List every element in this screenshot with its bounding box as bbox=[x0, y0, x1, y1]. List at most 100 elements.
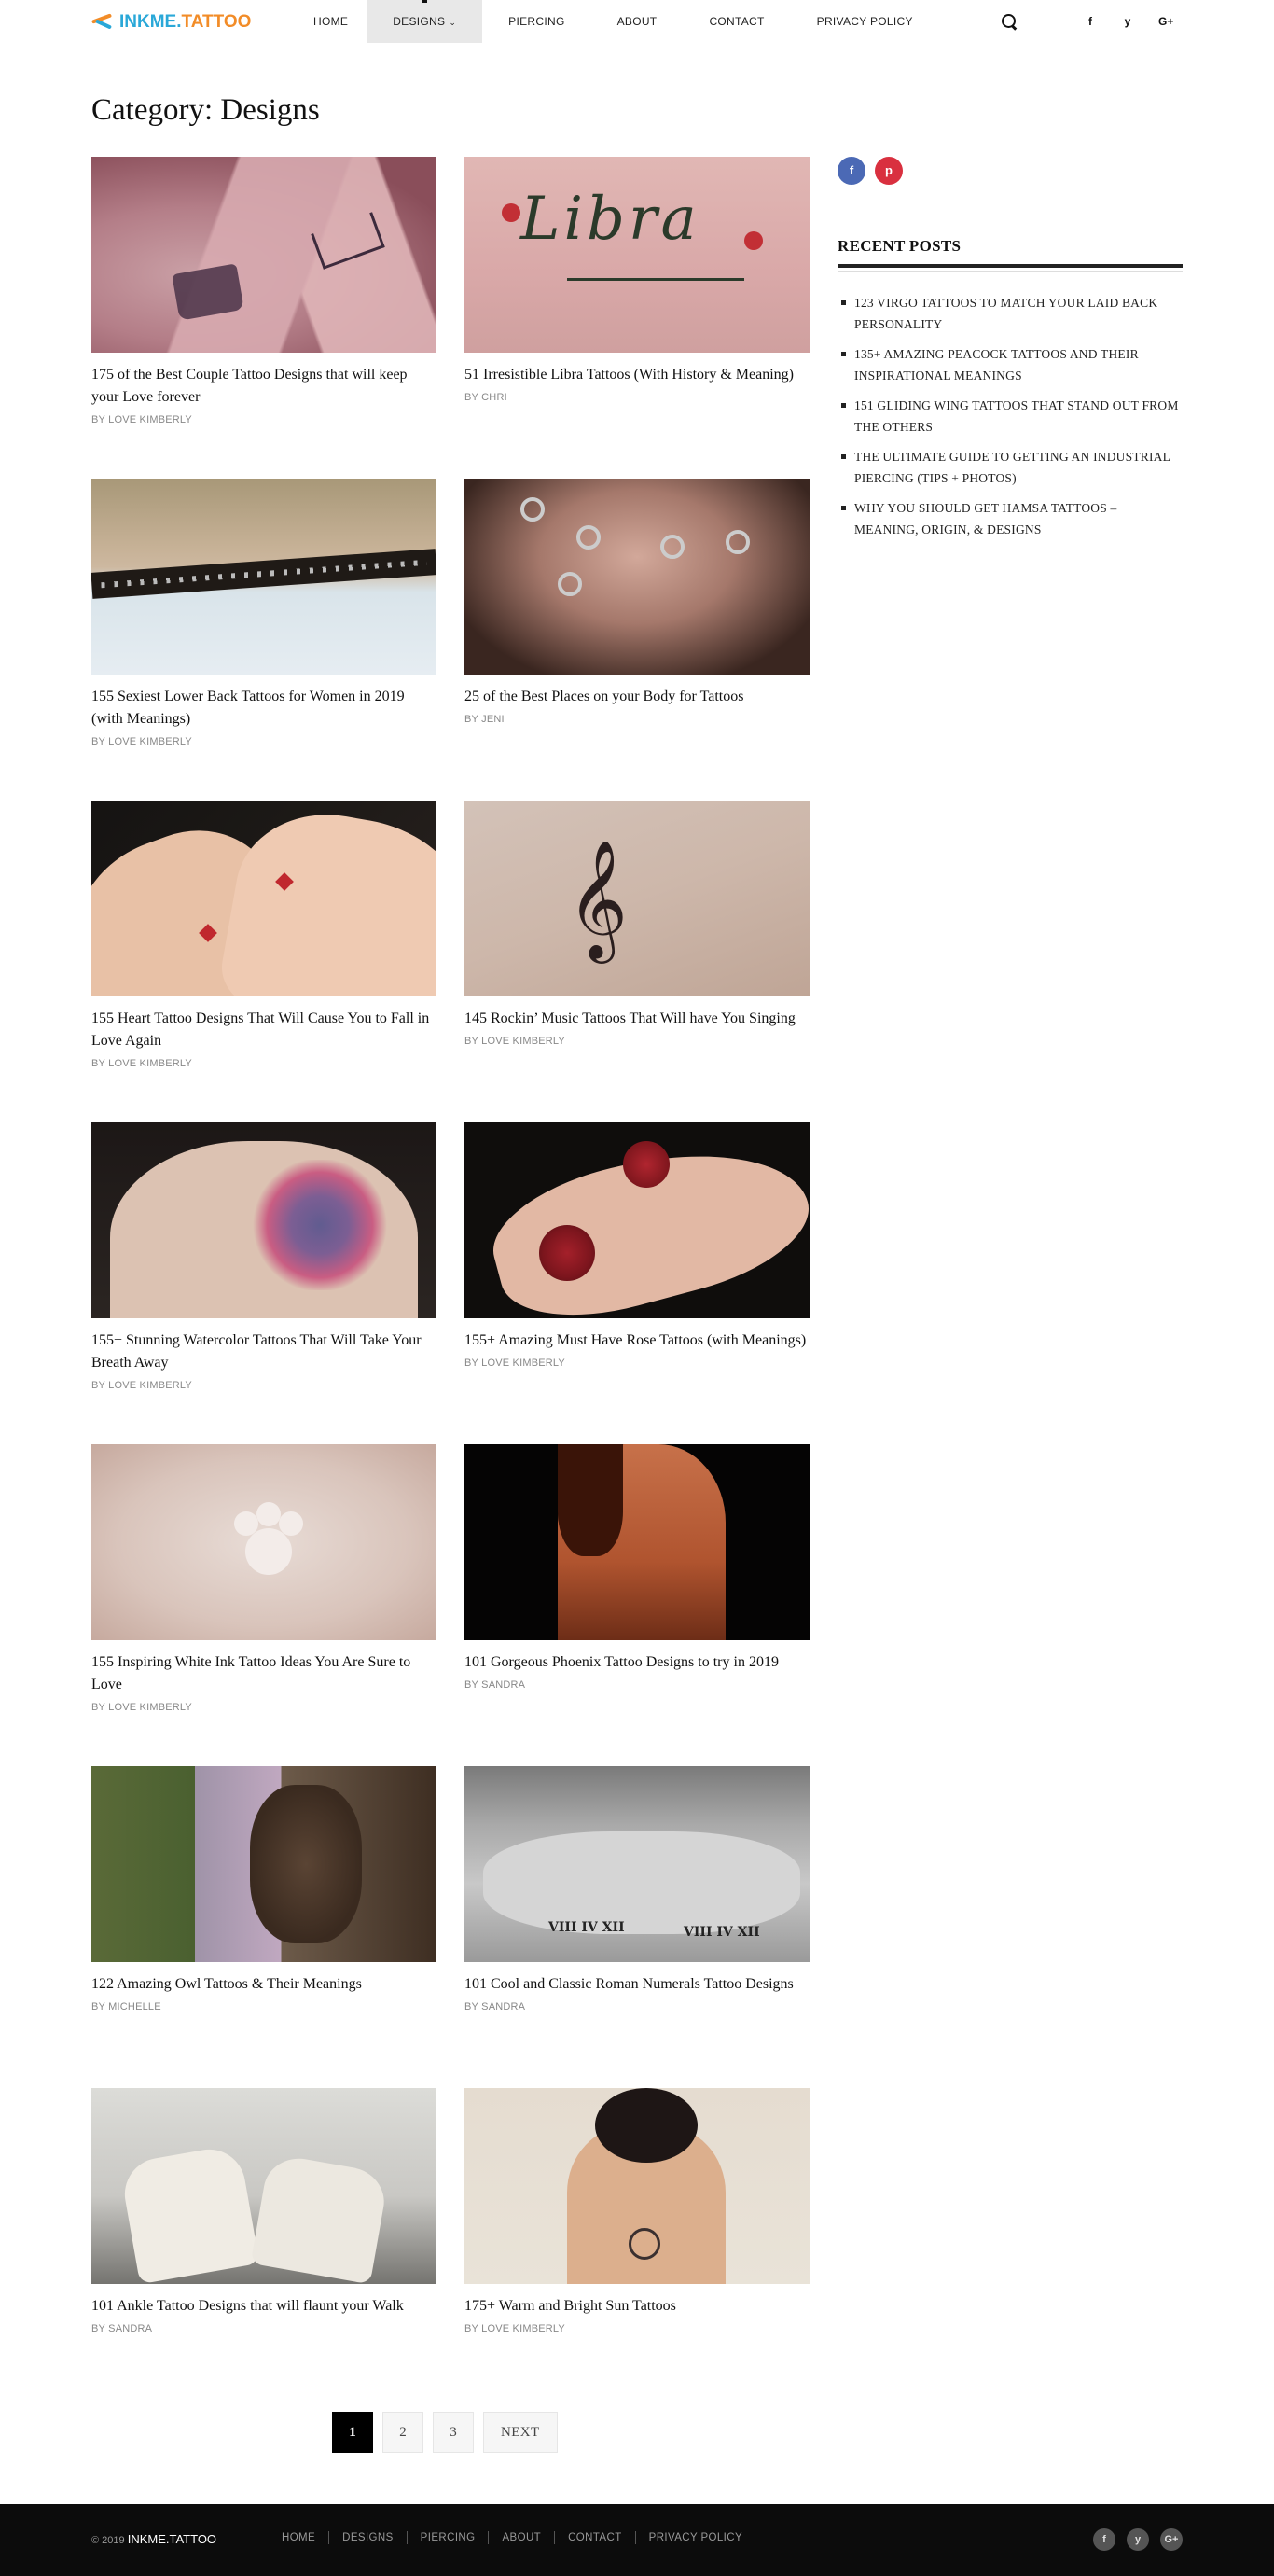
footer-nav-about[interactable]: ABOUT bbox=[488, 2531, 554, 2544]
nav-item-designs[interactable]: DESIGNS ⌄ bbox=[367, 0, 483, 43]
search-icon[interactable] bbox=[1000, 12, 1018, 31]
post-title[interactable]: 101 Cool and Classic Roman Numerals Tatt… bbox=[464, 1973, 810, 1996]
post-thumbnail[interactable] bbox=[91, 1122, 436, 1318]
post-card: 25 of the Best Places on your Body for T… bbox=[464, 479, 810, 725]
footer-nav-piercing[interactable]: PIERCING bbox=[406, 2531, 489, 2544]
footer-nav: HOME DESIGNS PIERCING ABOUT CONTACT PRIV… bbox=[282, 2531, 755, 2544]
copyright-year: © 2019 bbox=[91, 2535, 125, 2546]
recent-post-link[interactable]: 123 VIRGO TATTOOS TO MATCH YOUR LAID BAC… bbox=[838, 292, 1183, 335]
post-meta: BY LOVE KIMBERLY bbox=[91, 1058, 436, 1069]
post-title[interactable]: 175+ Warm and Bright Sun Tattoos bbox=[464, 2295, 810, 2318]
post-by: BY bbox=[91, 1702, 105, 1713]
twitter-icon[interactable]: y bbox=[1127, 2528, 1149, 2551]
nav-item-contact[interactable]: CONTACT bbox=[683, 0, 790, 43]
footer-social: f y G+ bbox=[1082, 2528, 1183, 2551]
nav-item-about[interactable]: ABOUT bbox=[591, 0, 684, 43]
post-author[interactable]: JENI bbox=[481, 714, 505, 725]
post-title[interactable]: 155 Sexiest Lower Back Tattoos for Women… bbox=[91, 686, 436, 731]
post-title[interactable]: 25 of the Best Places on your Body for T… bbox=[464, 686, 810, 708]
post-author[interactable]: LOVE KIMBERLY bbox=[481, 2323, 565, 2334]
logo-text-part2: TATTOO bbox=[181, 12, 252, 32]
post-thumbnail[interactable] bbox=[464, 1122, 810, 1318]
post-title[interactable]: 145 Rockin’ Music Tattoos That Will have… bbox=[464, 1008, 810, 1030]
post-thumbnail[interactable] bbox=[91, 2088, 436, 2284]
post-title[interactable]: 101 Ankle Tattoo Designs that will flaun… bbox=[91, 2295, 436, 2318]
post-title[interactable]: 51 Irresistible Libra Tattoos (With Hist… bbox=[464, 364, 810, 386]
post-title[interactable]: 155 Inspiring White Ink Tattoo Ideas You… bbox=[91, 1651, 436, 1696]
post-by: BY bbox=[464, 2001, 478, 2012]
recent-post-link[interactable]: THE ULTIMATE GUIDE TO GETTING AN INDUSTR… bbox=[838, 446, 1183, 489]
post-title[interactable]: 122 Amazing Owl Tattoos & Their Meanings bbox=[91, 1973, 436, 1996]
footer-nav-privacy-policy[interactable]: PRIVACY POLICY bbox=[634, 2531, 755, 2544]
post-thumbnail[interactable]: 𝄞 bbox=[464, 801, 810, 996]
post-meta: BY LOVE KIMBERLY bbox=[464, 2323, 810, 2334]
footer-brand[interactable]: INKME.TATTOO bbox=[128, 2532, 216, 2546]
nav-item-home[interactable]: HOME bbox=[308, 0, 367, 43]
post-meta: BY CHRI bbox=[464, 392, 810, 403]
post-title[interactable]: 101 Gorgeous Phoenix Tattoo Designs to t… bbox=[464, 1651, 810, 1674]
recent-post-link[interactable]: 135+ AMAZING PEACOCK TATTOOS AND THEIR I… bbox=[838, 343, 1183, 386]
post-author[interactable]: LOVE KIMBERLY bbox=[108, 1702, 192, 1713]
site-footer: © 2019 INKME.TATTOO HOME DESIGNS PIERCIN… bbox=[0, 2504, 1274, 2576]
post-meta: BY SANDRA bbox=[464, 2001, 810, 2012]
recent-post-link[interactable]: WHY YOU SHOULD GET HAMSA TATTOOS – MEANI… bbox=[838, 497, 1183, 540]
post-author[interactable]: LOVE KIMBERLY bbox=[108, 1380, 192, 1391]
share-buttons: f p bbox=[838, 157, 1183, 185]
post-thumbnail[interactable] bbox=[464, 2088, 810, 2284]
post-thumbnail[interactable]: VIII IV XII VIII IV XII bbox=[464, 1766, 810, 1962]
post-author[interactable]: LOVE KIMBERLY bbox=[108, 1058, 192, 1069]
post-title[interactable]: 155 Heart Tattoo Designs That Will Cause… bbox=[91, 1008, 436, 1052]
footer-nav-home[interactable]: HOME bbox=[282, 2531, 328, 2544]
post-by: BY bbox=[91, 1380, 105, 1391]
next-page-button[interactable]: NEXT bbox=[483, 2412, 558, 2453]
google-plus-icon[interactable]: G+ bbox=[1160, 2528, 1183, 2551]
footer-nav-designs[interactable]: DESIGNS bbox=[328, 2531, 407, 2544]
post-by: BY bbox=[91, 1058, 105, 1069]
post-card: 155+ Stunning Watercolor Tattoos That Wi… bbox=[91, 1122, 436, 1391]
post-thumbnail[interactable]: Libra bbox=[464, 157, 810, 353]
recent-posts-list: 123 VIRGO TATTOOS TO MATCH YOUR LAID BAC… bbox=[838, 292, 1183, 540]
post-author[interactable]: LOVE KIMBERLY bbox=[108, 736, 192, 747]
post-author[interactable]: MICHELLE bbox=[108, 2001, 161, 2012]
post-author[interactable]: SANDRA bbox=[481, 2001, 525, 2012]
post-card: 155 Sexiest Lower Back Tattoos for Women… bbox=[91, 479, 436, 747]
page-2-button[interactable]: 2 bbox=[382, 2412, 423, 2453]
recent-post-link[interactable]: 151 GLIDING WING TATTOOS THAT STAND OUT … bbox=[838, 395, 1183, 438]
post-card: 122 Amazing Owl Tattoos & Their Meanings… bbox=[91, 1766, 436, 2012]
page-1-button[interactable]: 1 bbox=[332, 2412, 373, 2453]
facebook-icon[interactable]: f bbox=[1093, 2528, 1115, 2551]
post-author[interactable]: LOVE KIMBERLY bbox=[108, 414, 192, 425]
post-thumbnail[interactable] bbox=[464, 479, 810, 675]
site-logo[interactable]: INKME.TATTOO bbox=[90, 11, 252, 34]
post-meta: BY MICHELLE bbox=[91, 2001, 436, 2012]
post-author[interactable]: SANDRA bbox=[481, 1679, 525, 1691]
page-3-button[interactable]: 3 bbox=[433, 2412, 474, 2453]
facebook-share-icon[interactable]: f bbox=[838, 157, 865, 185]
post-by: BY bbox=[91, 736, 105, 747]
post-author[interactable]: LOVE KIMBERLY bbox=[481, 1036, 565, 1047]
thumbnail-text-numerals: VIII IV XII bbox=[548, 1920, 625, 1935]
post-title[interactable]: 175 of the Best Couple Tattoo Designs th… bbox=[91, 364, 436, 409]
post-meta: BY LOVE KIMBERLY bbox=[464, 1358, 810, 1369]
post-thumbnail[interactable] bbox=[464, 1444, 810, 1640]
post-thumbnail[interactable] bbox=[91, 157, 436, 353]
post-author[interactable]: CHRI bbox=[481, 392, 507, 403]
google-plus-icon[interactable]: G+ bbox=[1158, 15, 1173, 28]
post-thumbnail[interactable] bbox=[91, 1444, 436, 1640]
nav-item-piercing[interactable]: PIERCING bbox=[482, 0, 590, 43]
post-meta: BY LOVE KIMBERLY bbox=[464, 1036, 810, 1047]
post-title[interactable]: 155+ Stunning Watercolor Tattoos That Wi… bbox=[91, 1330, 436, 1374]
pinterest-share-icon[interactable]: p bbox=[875, 157, 903, 185]
footer-nav-contact[interactable]: CONTACT bbox=[554, 2531, 635, 2544]
post-thumbnail[interactable] bbox=[91, 1766, 436, 1962]
post-by: BY bbox=[91, 2001, 105, 2012]
post-author[interactable]: SANDRA bbox=[108, 2323, 152, 2334]
post-title[interactable]: 155+ Amazing Must Have Rose Tattoos (wit… bbox=[464, 1330, 810, 1352]
post-thumbnail[interactable] bbox=[91, 479, 436, 675]
post-card: 101 Gorgeous Phoenix Tattoo Designs to t… bbox=[464, 1444, 810, 1691]
post-thumbnail[interactable] bbox=[91, 801, 436, 996]
facebook-icon[interactable]: f bbox=[1084, 15, 1097, 28]
nav-item-privacy-policy[interactable]: PRIVACY POLICY bbox=[791, 0, 939, 43]
post-author[interactable]: LOVE KIMBERLY bbox=[481, 1358, 565, 1369]
twitter-icon[interactable]: y bbox=[1121, 15, 1134, 28]
